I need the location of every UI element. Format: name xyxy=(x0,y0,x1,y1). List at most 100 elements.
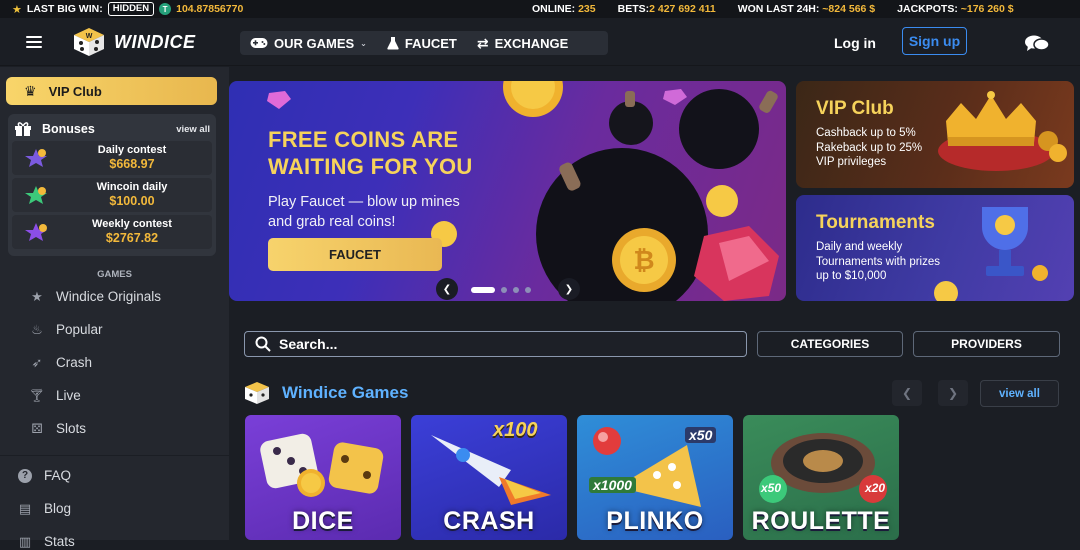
tournaments-promo-text: Daily and weekly Tournaments with prizes… xyxy=(816,241,940,282)
game-card-crash[interactable]: x100 CRASH xyxy=(411,415,567,540)
nav-exchange[interactable]: ⇄ EXCHANGE xyxy=(467,31,578,55)
game-card-title: CRASH xyxy=(443,507,535,535)
slider-dot[interactable] xyxy=(525,287,531,293)
chevron-left-icon: ❮ xyxy=(901,386,913,400)
trophy-stars-icon xyxy=(25,149,47,167)
game-card-dice[interactable]: DICE xyxy=(245,415,401,540)
games-prev-button[interactable]: ❮ xyxy=(892,380,922,406)
sidebar-item-crash[interactable]: ➶ Crash xyxy=(30,355,93,371)
login-button[interactable]: Log in xyxy=(834,35,876,51)
last-big-win-label: LAST BIG WIN: xyxy=(26,3,103,15)
sidebar-item-faq[interactable]: ? FAQ xyxy=(18,468,71,483)
sidebar: ♛ VIP Club Bonuses view all Daily contes… xyxy=(0,67,229,549)
vip-club-label: VIP Club xyxy=(48,83,102,99)
slot-machine-icon: ⚄ xyxy=(31,420,43,436)
slider-dot-active[interactable] xyxy=(471,287,495,293)
slider-prev-button[interactable]: ❮ xyxy=(436,278,458,300)
green-star-icon xyxy=(25,186,47,204)
nav-faucet-label: FAUCET xyxy=(404,35,457,51)
sidebar-divider xyxy=(0,455,229,456)
tournaments-promo[interactable]: Tournaments Daily and weekly Tournaments… xyxy=(796,195,1074,301)
signup-button[interactable]: Sign up xyxy=(902,27,967,55)
crown-icon: ♛ xyxy=(24,82,37,99)
bonus-weekly-contest[interactable]: Weekly contest $2767.82 xyxy=(12,215,212,249)
sidebar-item-label: Crash xyxy=(56,355,93,370)
games-section-title: GAMES xyxy=(97,269,132,280)
question-icon: ? xyxy=(18,468,32,483)
bonus-wincoin-daily[interactable]: Wincoin daily $100.00 xyxy=(12,178,212,212)
multiplier-badge: x50 xyxy=(761,481,782,495)
banner-headline: FREE COINS ARE WAITING FOR YOU xyxy=(268,127,473,179)
bonuses-header: Bonuses view all xyxy=(14,118,210,140)
game-card-plinko[interactable]: x50 x1000 PLINKO xyxy=(577,415,733,540)
search-bar[interactable] xyxy=(244,331,747,357)
online-stat: ONLINE: 235 xyxy=(532,3,596,15)
svg-text:W: W xyxy=(86,33,93,40)
tournaments-promo-title: Tournaments xyxy=(816,212,935,233)
games-next-button[interactable]: ❯ xyxy=(938,380,968,406)
sidebar-item-popular[interactable]: ♨ Popular xyxy=(30,321,103,338)
categories-button[interactable]: CATEGORIES xyxy=(757,331,903,357)
gift-icon xyxy=(15,122,31,136)
multiplier-badge: x100 xyxy=(493,419,538,441)
sidebar-item-label: Slots xyxy=(56,421,87,436)
bonuses-view-all-link[interactable]: view all xyxy=(176,124,210,135)
search-input[interactable] xyxy=(279,336,699,352)
purple-star-icon xyxy=(25,223,47,241)
game-card-title: DICE xyxy=(292,507,354,535)
main-content: ₿ FREE COINS ARE WAITING FOR YOU Play Fau… xyxy=(229,67,1080,540)
slider-dot[interactable] xyxy=(501,287,507,293)
chat-icon[interactable] xyxy=(1024,34,1050,52)
exchange-icon: ⇄ xyxy=(476,34,489,51)
bonus-value: $668.97 xyxy=(109,157,155,171)
multiplier-badge: x50 xyxy=(685,427,717,443)
menu-icon[interactable] xyxy=(26,36,42,48)
last-big-win: ★ LAST BIG WIN: HIDDEN T 104.87856770 xyxy=(0,2,243,16)
chevron-down-icon: ⌄ xyxy=(360,38,367,48)
won-stat: WON LAST 24H: ~824 566 $ xyxy=(737,3,876,15)
bonuses-title: Bonuses xyxy=(42,122,95,136)
nav-faucet[interactable]: FAUCET xyxy=(377,31,467,55)
search-icon xyxy=(255,336,271,352)
bonus-value: $2767.82 xyxy=(105,231,159,245)
sidebar-item-label: Live xyxy=(56,388,81,403)
bonus-title: Weekly contest xyxy=(92,218,172,230)
dice-logo-icon: W xyxy=(74,28,104,56)
stats-icon: ▥ xyxy=(18,533,32,549)
vip-club-promo[interactable]: VIP Club Cashback up to 5% Rakeback up t… xyxy=(796,81,1074,188)
sidebar-item-label: Popular xyxy=(56,322,103,337)
cocktail-icon: 🍸︎ xyxy=(28,387,46,403)
logo[interactable]: W WINDICE xyxy=(72,27,196,57)
sidebar-item-slots[interactable]: ⚄ Slots xyxy=(30,420,87,437)
bonus-daily-contest[interactable]: Daily contest $668.97 xyxy=(12,141,212,175)
vip-club-button[interactable]: ♛ VIP Club xyxy=(6,77,217,105)
chevron-left-icon: ❮ xyxy=(442,283,452,295)
hidden-badge: HIDDEN xyxy=(107,2,155,16)
nav-exchange-label: EXCHANGE xyxy=(494,35,569,51)
fire-icon: ♨ xyxy=(31,321,43,337)
sidebar-item-live[interactable]: 🍸︎ Live xyxy=(28,387,81,404)
game-card-roulette[interactable]: x50 x20 ROULETTE xyxy=(743,415,899,540)
game-card-title: ROULETTE xyxy=(751,507,891,535)
multiplier-badge: x20 xyxy=(865,481,886,495)
vip-promo-title: VIP Club xyxy=(816,98,894,119)
faucet-button[interactable]: FAUCET xyxy=(268,238,442,271)
game-card-title: PLINKO xyxy=(606,507,704,535)
slider-dot[interactable] xyxy=(513,287,519,293)
top-header: W WINDICE OUR GAMES ⌄ FAUCET ⇄ EXCHANGE … xyxy=(0,18,1080,66)
slider-next-button[interactable]: ❯ xyxy=(558,278,580,300)
multiplier-badge: x1000 xyxy=(589,477,636,493)
providers-button[interactable]: PROVIDERS xyxy=(913,331,1060,357)
bets-stat: BETS:2 427 692 411 xyxy=(617,3,716,15)
chevron-right-icon: ❯ xyxy=(564,283,574,295)
sidebar-item-blog[interactable]: ▤ Blog xyxy=(18,501,71,517)
section-title-text: Windice Games xyxy=(282,383,409,402)
sidebar-item-windice-originals[interactable]: ★ Windice Originals xyxy=(30,289,161,305)
windice-games-title: Windice Games xyxy=(244,381,408,405)
games-view-all-button[interactable]: view all xyxy=(980,380,1059,407)
stats-ticker: ★ LAST BIG WIN: HIDDEN T 104.87856770 ON… xyxy=(0,0,1080,18)
nav-our-games-label: OUR GAMES xyxy=(274,35,355,51)
last-big-win-value: 104.87856770 xyxy=(176,3,244,15)
sidebar-item-stats[interactable]: ▥ Stats xyxy=(18,533,75,550)
nav-our-games[interactable]: OUR GAMES ⌄ xyxy=(240,31,377,55)
